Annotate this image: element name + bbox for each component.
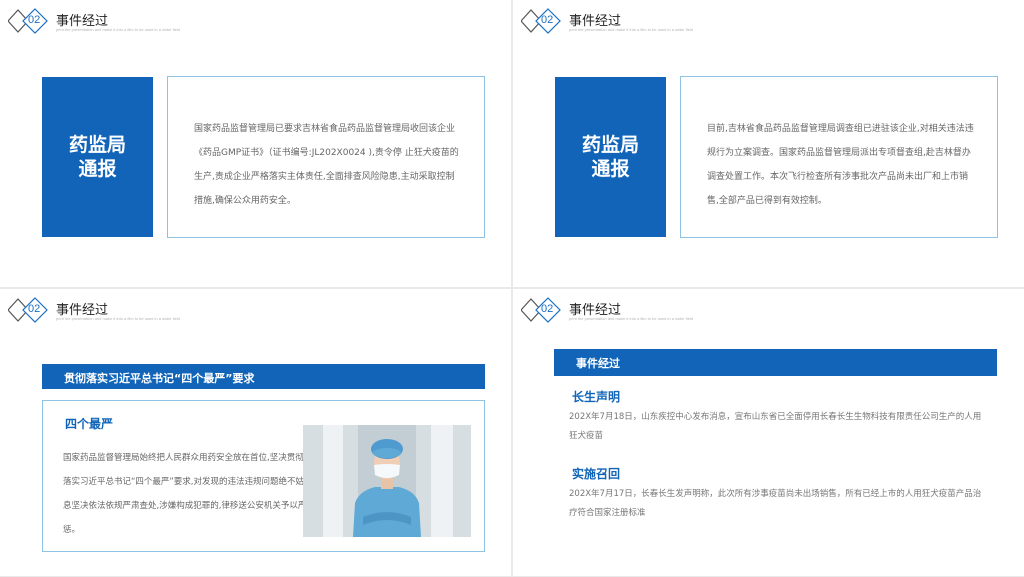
- requirement-heading: 四个最严: [65, 417, 114, 431]
- diamond-badge-icon: 02: [521, 8, 565, 34]
- diamond-badge-icon: 02: [8, 297, 52, 323]
- agency-label-line2: 通报: [78, 158, 117, 180]
- notice-paragraph: 国家药品监督管理局已要求吉林省食品药品监督管理局收回该企业《药品GMP证书》（证…: [194, 124, 459, 206]
- agency-label-box: 药监局 通报: [42, 77, 153, 237]
- requirement-content-box: 四个最严 国家药品监督管理局始终把人民群众用药安全放在首位,坚决贯彻落实习近平总…: [42, 400, 485, 552]
- slide-2[interactable]: 02 事件经过 print the presentation and make …: [513, 0, 1024, 287]
- badge-number: 02: [541, 303, 554, 315]
- slide-3[interactable]: 02 事件经过 print the presentation and make …: [0, 289, 511, 576]
- section-title-statement: 长生声明: [572, 390, 621, 404]
- agency-label-line1: 药监局: [68, 134, 126, 156]
- event-banner: 事件经过: [554, 349, 997, 376]
- slide-header: 02 事件经过 print the presentation and make …: [8, 8, 308, 34]
- badge-number: 02: [28, 14, 41, 26]
- requirement-paragraph: 国家药品监督管理局始终把人民群众用药安全放在首位,坚决贯彻落实习近平总书记“四个…: [63, 453, 307, 535]
- agency-label-line2: 通报: [591, 158, 630, 180]
- notice-text-box: 目前,吉林省食品药品监督管理局调查组已进驻该企业,对相关违法违规行为立案调查。国…: [680, 76, 998, 238]
- slide-grid: 02 事件经过 print the presentation and make …: [0, 0, 1024, 577]
- section-title-recall: 实施召回: [572, 467, 621, 481]
- slide-subtitle: print the presentation and make it into …: [56, 316, 181, 321]
- section-text-statement: 202X年7月18日，山东疾控中心发布消息，宣布山东省已全面停用长春长生生物科技…: [569, 412, 982, 441]
- diamond-badge-icon: 02: [521, 297, 565, 323]
- slide-header: 02 事件经过 print the presentation and make …: [521, 8, 821, 34]
- slide-header: 02 事件经过 print the presentation and make …: [8, 297, 308, 323]
- requirement-banner-text: 贯彻落实习近平总书记“四个最严”要求: [64, 372, 255, 385]
- diamond-badge-icon: 02: [8, 8, 52, 34]
- slide-header: 02 事件经过 print the presentation and make …: [521, 297, 821, 323]
- agency-label-box: 药监局 通报: [555, 77, 666, 237]
- slide-4[interactable]: 02 事件经过 print the presentation and make …: [513, 289, 1024, 576]
- notice-paragraph: 目前,吉林省食品药品监督管理局调查组已进驻该企业,对相关违法违规行为立案调查。国…: [707, 124, 974, 206]
- nurse-photo: [303, 425, 471, 537]
- agency-label-line1: 药监局: [581, 134, 639, 156]
- slide-subtitle: print the presentation and make it into …: [569, 27, 694, 32]
- badge-number: 02: [541, 14, 554, 26]
- notice-text-box: 国家药品监督管理局已要求吉林省食品药品监督管理局收回该企业《药品GMP证书》（证…: [167, 76, 485, 238]
- requirement-banner: 贯彻落实习近平总书记“四个最严”要求: [42, 364, 485, 389]
- event-banner-text: 事件经过: [576, 357, 620, 370]
- slide-subtitle: print the presentation and make it into …: [56, 27, 181, 32]
- slide-1[interactable]: 02 事件经过 print the presentation and make …: [0, 0, 511, 287]
- badge-number: 02: [28, 303, 41, 315]
- section-text-recall: 202X年7月17日，长春长生发声明称，此次所有涉事疫苗尚未出场销售，所有已经上…: [569, 489, 982, 518]
- slide-subtitle: print the presentation and make it into …: [569, 316, 694, 321]
